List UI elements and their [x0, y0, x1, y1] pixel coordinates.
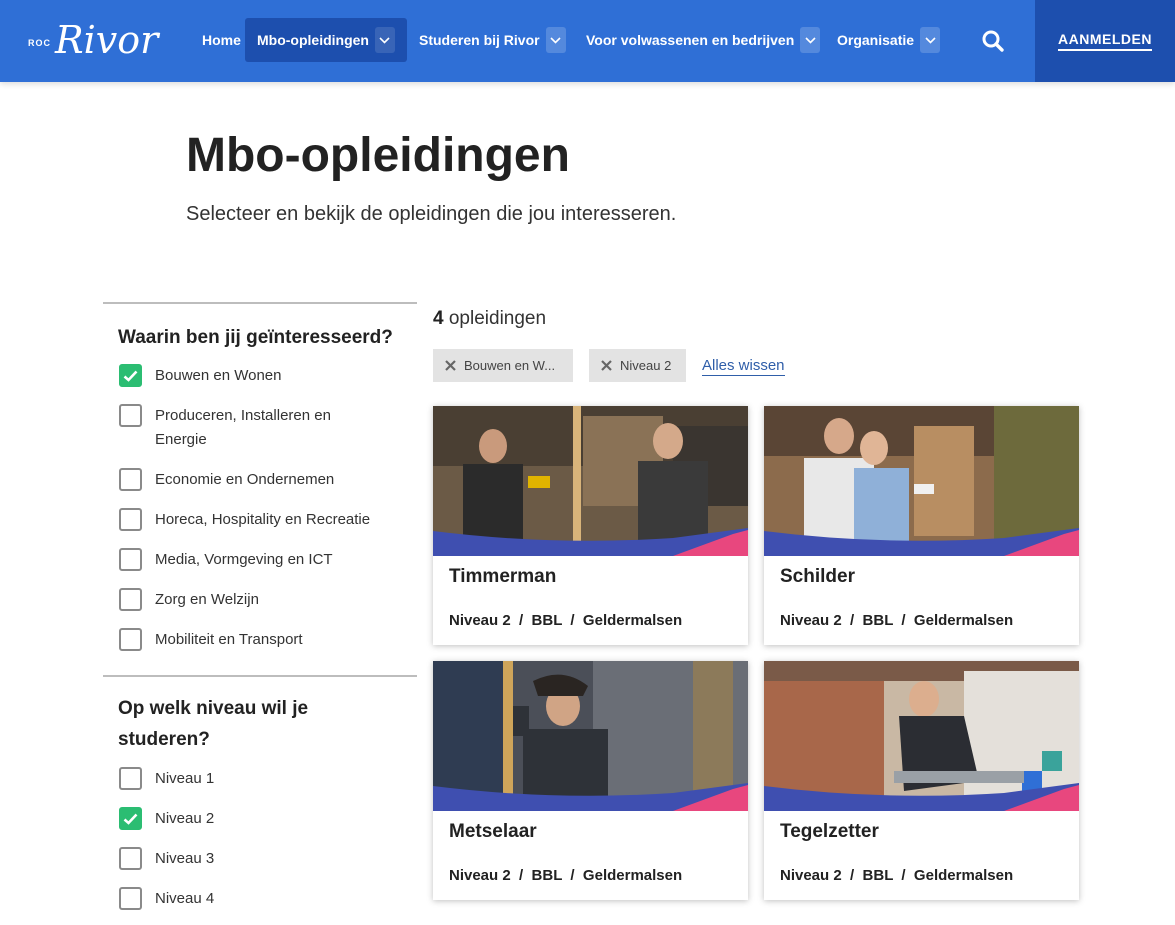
filter-title: Waarin ben jij geïnteresseerd?: [118, 327, 393, 348]
course-title: Schilder: [780, 566, 855, 587]
filter-option[interactable]: Zorg en Welzijn: [119, 588, 375, 612]
search-icon[interactable]: [978, 26, 1008, 56]
checkmark-icon: [123, 370, 138, 382]
results-count: 4 opleidingen: [433, 308, 546, 330]
filter-option-label: Produceren, Installeren en Energie: [155, 407, 331, 448]
nav-item-home[interactable]: Home: [190, 18, 253, 62]
chevron-down-icon[interactable]: [374, 27, 395, 53]
filter-option-label: Mobiliteit en Transport: [155, 631, 303, 648]
course-card[interactable]: Timmerman Niveau 2 / BBL / Geldermalsen: [433, 406, 748, 645]
chip-label: Niveau 2: [620, 358, 672, 373]
checkbox[interactable]: [119, 847, 142, 870]
close-icon[interactable]: [601, 360, 612, 371]
nav-item-label: Voor volwassenen en bedrijven: [586, 32, 795, 48]
nav-item-mbo-opleidingen[interactable]: Mbo-opleidingen: [245, 18, 407, 62]
course-meta: Niveau 2 / BBL / Geldermalsen: [449, 867, 683, 884]
course-card[interactable]: Metselaar Niveau 2 / BBL / Geldermalsen: [433, 661, 748, 900]
filter-option-label: Zorg en Welzijn: [155, 591, 259, 608]
active-filter-chip[interactable]: Bouwen en W...: [433, 349, 573, 382]
logo-roc: ROC: [28, 38, 51, 48]
course-photo: [764, 661, 1079, 811]
page-subtitle: Selecteer en bekijk de opleidingen die j…: [186, 203, 677, 225]
filter-option[interactable]: Bouwen en Wonen: [119, 364, 375, 388]
checkbox[interactable]: [119, 628, 142, 651]
checkbox[interactable]: [119, 588, 142, 611]
filter-option[interactable]: Niveau 4: [119, 887, 375, 911]
filter-option[interactable]: Economie en Ondernemen: [119, 468, 375, 492]
filter-option[interactable]: Horeca, Hospitality en Recreatie: [119, 508, 375, 532]
filter-option[interactable]: Niveau 2: [119, 807, 375, 831]
page-title: Mbo-opleidingen: [186, 129, 570, 182]
filter-option-label: Niveau 4: [155, 890, 215, 907]
filter-option-label: Bouwen en Wonen: [155, 367, 282, 384]
course-meta: Niveau 2 / BBL / Geldermalsen: [780, 612, 1014, 629]
nav-item-label: Mbo-opleidingen: [257, 32, 369, 48]
chip-label: Bouwen en W...: [464, 358, 556, 373]
logo-name: Rivor: [55, 18, 159, 62]
course-card[interactable]: Schilder Niveau 2 / BBL / Geldermalsen: [764, 406, 1079, 645]
nav-item-label: Organisatie: [837, 32, 915, 48]
filter-option-label: Horeca, Hospitality en Recreatie: [155, 511, 371, 528]
filter-option[interactable]: Niveau 3: [119, 847, 375, 871]
login-button[interactable]: AANMELDEN: [1058, 31, 1152, 51]
checkbox[interactable]: [119, 364, 142, 387]
filter-group-interest: Waarin ben jij geïnteresseerd? Bouwen en…: [103, 302, 417, 676]
filter-option-label: Niveau 2: [155, 810, 215, 827]
nav-item-label: Studeren bij Rivor: [419, 32, 540, 48]
nav-item-studeren-bij-rivor[interactable]: Studeren bij Rivor: [407, 18, 578, 62]
course-photo: [433, 661, 748, 811]
course-photo: [764, 406, 1079, 556]
course-photo: [433, 406, 748, 556]
checkbox[interactable]: [119, 767, 142, 790]
checkbox[interactable]: [119, 548, 142, 571]
chevron-down-icon[interactable]: [920, 27, 941, 53]
nav-item-voor-volwassenen[interactable]: Voor volwassenen en bedrijven: [574, 18, 832, 62]
results-count-number: 4: [433, 308, 444, 329]
clear-all-link[interactable]: Alles wissen: [702, 357, 785, 376]
checkbox[interactable]: [119, 807, 142, 830]
results-count-label: opleidingen: [448, 308, 547, 329]
filter-option[interactable]: Mobiliteit en Transport: [119, 628, 375, 652]
filter-option-label: Economie en Ondernemen: [155, 471, 335, 488]
checkbox[interactable]: [119, 404, 142, 427]
checkbox[interactable]: [119, 468, 142, 491]
nav-item-organisatie[interactable]: Organisatie: [825, 18, 952, 62]
course-meta: Niveau 2 / BBL / Geldermalsen: [449, 612, 683, 629]
login-area: AANMELDEN: [1035, 0, 1175, 82]
close-icon[interactable]: [445, 360, 456, 371]
filter-title: Op welk niveau wil je studeren?: [118, 698, 309, 750]
filter-option-label: Media, Vormgeving en ICT: [155, 551, 333, 568]
checkmark-icon: [123, 813, 138, 825]
filter-option-label: Niveau 1: [155, 770, 215, 787]
rivor-logo[interactable]: ROC Rivor: [28, 18, 158, 62]
active-filter-chip[interactable]: Niveau 2: [589, 349, 686, 382]
nav-item-label: Home: [202, 32, 241, 48]
filter-group-level: Op welk niveau wil je studeren? Niveau 1…: [103, 675, 417, 925]
course-title: Metselaar: [449, 821, 537, 842]
checkbox[interactable]: [119, 508, 142, 531]
filter-option[interactable]: Produceren, Installeren en Energie: [119, 404, 375, 452]
filter-option[interactable]: Media, Vormgeving en ICT: [119, 548, 375, 572]
course-card[interactable]: Tegelzetter Niveau 2 / BBL / Geldermalse…: [764, 661, 1079, 900]
chevron-down-icon[interactable]: [545, 27, 566, 53]
course-meta: Niveau 2 / BBL / Geldermalsen: [780, 867, 1014, 884]
filter-option-label: Niveau 3: [155, 850, 215, 867]
course-title: Timmerman: [449, 566, 557, 587]
checkbox[interactable]: [119, 887, 142, 910]
filter-option[interactable]: Niveau 1: [119, 767, 375, 791]
top-navigation: ROC Rivor Home Mbo-opleidingen Studeren …: [0, 0, 1175, 82]
chevron-down-icon[interactable]: [800, 27, 821, 53]
course-title: Tegelzetter: [780, 821, 879, 842]
